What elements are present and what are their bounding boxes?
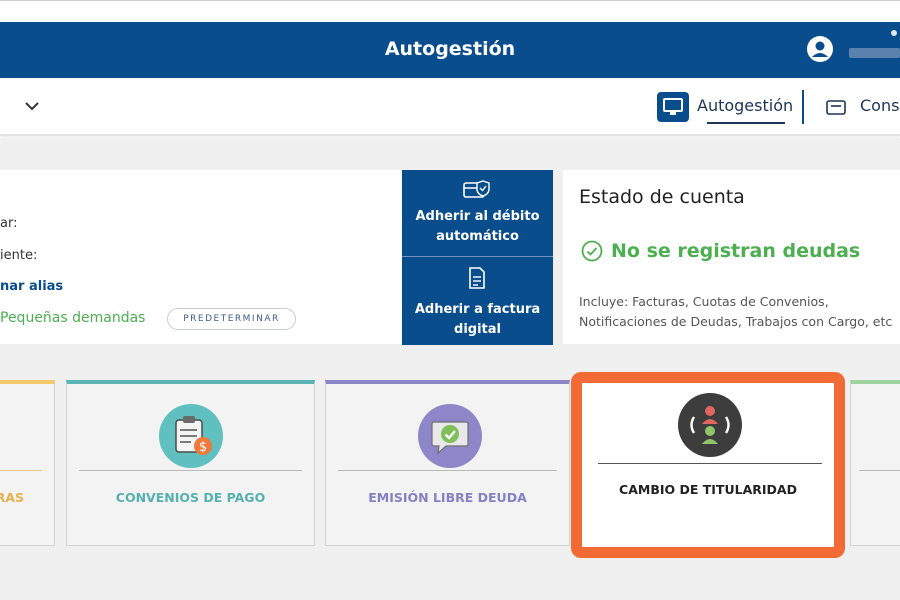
tile-facturas[interactable]: RAS	[0, 380, 55, 546]
invoice-line-1: Adherir a factura	[414, 302, 541, 317]
predeterminar-button[interactable]: PREDETERMINAR	[167, 308, 296, 330]
tile-label-libre-deuda: EMISIÓN LIBRE DEUDA	[368, 490, 527, 505]
account-info-card: ar: iente: nar alias Pequeñas demandas P…	[0, 170, 402, 344]
clipboard-money-icon: $	[159, 404, 223, 468]
account-status-card: Estado de cuenta No se registran deudas …	[563, 170, 900, 344]
status-note-line-1: Incluye: Facturas, Cuotas de Convenios,	[579, 294, 829, 309]
tile-emision-libre-deuda[interactable]: EMISIÓN LIBRE DEUDA	[325, 380, 570, 546]
tile-label-facturas: RAS	[0, 490, 24, 505]
navigation-bar: Autogestión Cons	[0, 78, 900, 136]
tile-divider	[598, 463, 822, 464]
window-top-bar	[0, 0, 900, 22]
nav-separator	[802, 90, 804, 124]
card-check-icon	[463, 180, 490, 198]
main-content: ar: iente: nar alias Pequeñas demandas P…	[0, 138, 900, 600]
tile-divider	[79, 470, 302, 471]
check-circle-icon	[581, 240, 603, 262]
debit-line-1: Adherir al débito	[415, 209, 540, 224]
tile-divider	[0, 470, 42, 471]
tile-divider	[859, 470, 900, 471]
status-note-line-2: Notificaciones de Deudas, Trabajos con C…	[579, 314, 893, 329]
active-tab-underline	[707, 122, 785, 124]
invoice-line-2: digital	[454, 322, 501, 337]
account-field-2: iente:	[0, 248, 38, 263]
plan-label: Pequeñas demandas	[0, 310, 146, 326]
chevron-down-icon[interactable]	[22, 96, 42, 116]
document-icon	[469, 267, 485, 289]
status-title: Estado de cuenta	[579, 186, 745, 208]
account-field-1: ar:	[0, 216, 18, 231]
actions-column: Adherir al débito automático Adherir a f…	[402, 170, 553, 345]
svg-text:$: $	[199, 440, 207, 455]
tile-label-convenios: CONVENIOS DE PAGO	[115, 490, 266, 505]
tile-convenios-de-pago[interactable]: $ CONVENIOS DE PAGO	[66, 380, 315, 546]
user-name-redacted	[849, 48, 900, 58]
chat-check-icon	[418, 404, 482, 468]
nav-tab-consultas[interactable]: Cons	[860, 96, 899, 115]
tile-next[interactable]	[850, 380, 900, 546]
monitor-button[interactable]	[657, 92, 689, 122]
app-header: Autogestión	[0, 22, 900, 78]
nav-tab-autogestion[interactable]: Autogestión	[697, 96, 793, 115]
tile-divider	[338, 470, 557, 471]
debit-action[interactable]: Adherir al débito automático	[402, 170, 553, 256]
header-title: Autogestión	[384, 38, 516, 60]
debit-line-2: automático	[436, 229, 519, 244]
user-avatar-icon[interactable]	[807, 36, 833, 62]
status-note: Incluye: Facturas, Cuotas de Convenios, …	[579, 292, 892, 332]
status-message: No se registran deudas	[611, 240, 861, 262]
invoice-action[interactable]: Adherir a factura digital	[402, 257, 553, 345]
swap-users-icon	[678, 393, 742, 457]
tile-label-cambio-titularidad: CAMBIO DE TITULARIDAD	[619, 482, 797, 497]
menu-dot-icon[interactable]	[891, 30, 897, 36]
alias-link[interactable]: nar alias	[0, 279, 63, 294]
monitor-icon	[663, 98, 683, 115]
inbox-icon[interactable]	[826, 98, 846, 116]
tile-cambio-de-titularidad[interactable]: CAMBIO DE TITULARIDAD	[571, 372, 845, 558]
